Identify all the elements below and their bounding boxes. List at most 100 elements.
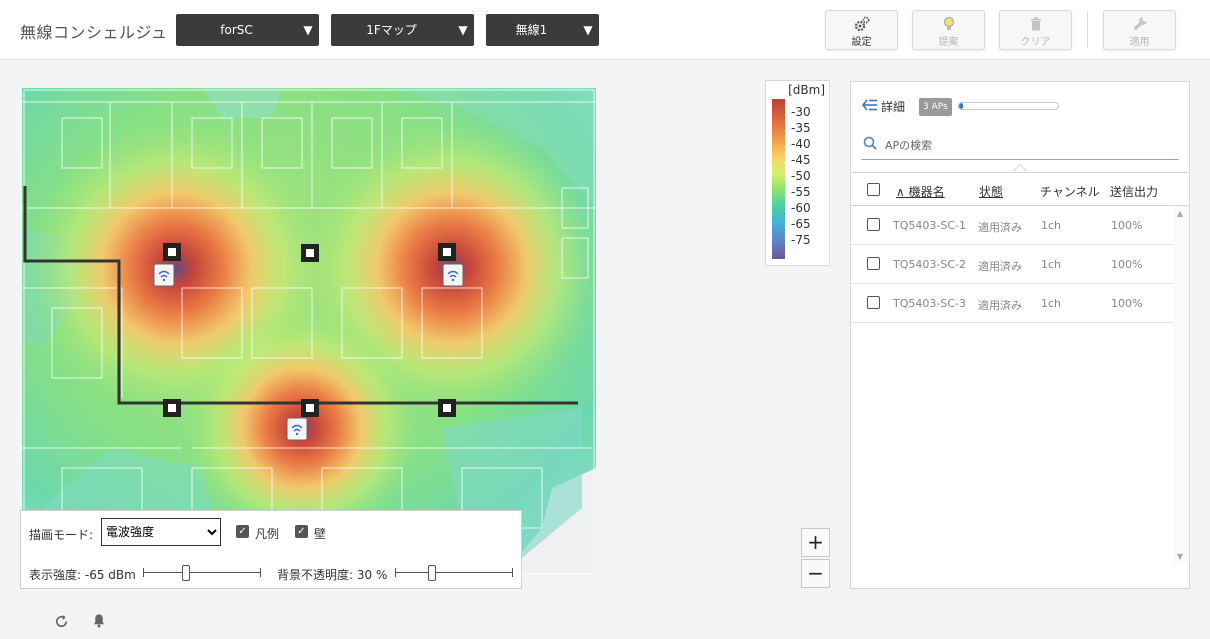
legend-tick: -35	[791, 121, 811, 135]
row-tx-power: 100%	[1111, 297, 1143, 310]
row-status: 適用済み	[978, 299, 1022, 312]
bell-icon[interactable]	[92, 613, 106, 628]
ap-marker-3[interactable]	[286, 417, 308, 441]
wrench-icon	[1133, 17, 1147, 31]
apply-button-label: 適用	[1129, 37, 1150, 48]
settings-button-label: 設定	[851, 37, 872, 48]
legend-tick: -40	[791, 137, 811, 151]
legend-tick: -30	[791, 105, 811, 119]
progress-fill	[959, 103, 963, 109]
slider-track	[395, 572, 513, 573]
slider-end	[260, 568, 261, 577]
render-controls-panel: 描画モード: 電波強度 ✓ 凡例 ✓ 壁 表示強度: -65 dBm 背景不透明…	[20, 510, 522, 589]
heatmap-svg	[22, 88, 596, 576]
chevron-down-icon: ▼	[583, 23, 593, 37]
scroll-down-icon[interactable]: ▼	[1177, 552, 1183, 561]
site-dropdown[interactable]: forSC ▼	[176, 14, 319, 46]
ap-marker-2[interactable]	[442, 263, 464, 287]
site-dropdown-label: forSC	[220, 23, 253, 37]
col-channel[interactable]: チャンネル	[1040, 183, 1100, 200]
ap-search	[861, 132, 1179, 160]
signal-legend: [dBm] -30 -35 -40 -45 -50 -55 -60 -65 -7…	[765, 80, 830, 266]
map-dropdown[interactable]: 1Fマップ ▼	[331, 14, 474, 46]
collapse-arrow-icon[interactable]	[862, 99, 878, 111]
settings-button[interactable]: 設定	[825, 10, 898, 50]
toolbar-divider	[1087, 12, 1088, 48]
wall-checkbox-label: 壁	[314, 527, 327, 541]
row-status: 適用済み	[978, 221, 1022, 234]
wireless-dropdown-label: 無線1	[515, 23, 548, 37]
search-icon	[863, 136, 877, 150]
lightbulb-icon	[943, 17, 954, 30]
clear-button-label: クリア	[1020, 37, 1051, 48]
heatmap-canvas[interactable]	[22, 88, 596, 576]
chevron-down-icon: ▼	[458, 23, 468, 37]
col-device-name[interactable]: ∧ 機器名	[896, 183, 945, 200]
legend-tick: -65	[791, 217, 811, 231]
row-tx-power: 100%	[1111, 219, 1143, 232]
legend-tick: -60	[791, 201, 811, 215]
table-row[interactable]: TQ5403-SC-1 適用済み 1ch 100%	[851, 206, 1173, 245]
row-device-name: TQ5403-SC-3	[893, 297, 966, 310]
legend-checkbox-label: 凡例	[255, 527, 280, 541]
select-all-checkbox[interactable]	[867, 183, 880, 196]
legend-tick: -55	[791, 185, 811, 199]
zoom-in-button[interactable]: +	[801, 528, 830, 557]
chevron-down-icon: ▼	[303, 23, 313, 37]
col-status[interactable]: 状態	[979, 183, 1003, 200]
suggest-button-label: 提案	[938, 37, 959, 48]
refresh-icon[interactable]	[54, 614, 69, 629]
ap-search-input[interactable]	[883, 135, 1173, 155]
row-device-name: TQ5403-SC-2	[893, 258, 966, 271]
app-header: 無線コンシェルジュ forSC ▼ 1Fマップ ▼ 無線1 ▼ 設定 提案 クリ…	[0, 0, 1210, 60]
wall-checkbox[interactable]: ✓	[295, 525, 308, 538]
legend-tick: -75	[791, 233, 811, 247]
row-checkbox[interactable]	[867, 218, 880, 231]
slider-end	[512, 568, 513, 577]
slider-track	[143, 572, 261, 573]
mode-select[interactable]: 電波強度	[101, 518, 221, 546]
row-channel: 1ch	[1041, 219, 1062, 232]
clear-button[interactable]: クリア	[999, 10, 1072, 50]
row-checkbox[interactable]	[867, 296, 880, 309]
map-dropdown-label: 1Fマップ	[366, 23, 417, 37]
col-tx-power[interactable]: 送信出力	[1110, 183, 1158, 200]
row-channel: 1ch	[1041, 258, 1062, 271]
apply-button[interactable]: 適用	[1103, 10, 1176, 50]
row-device-name: TQ5403-SC-1	[893, 219, 966, 232]
legend-color-bar	[772, 99, 785, 259]
legend-checkbox[interactable]: ✓	[236, 525, 249, 538]
detail-title: 詳細	[881, 100, 906, 114]
slider-end	[143, 568, 144, 577]
strength-slider[interactable]	[143, 565, 261, 581]
ap-marker-1[interactable]	[153, 263, 175, 287]
app-title: 無線コンシェルジュ	[20, 23, 168, 42]
scroll-up-icon[interactable]: ▲	[1177, 209, 1183, 218]
table-header: ∧ 機器名 状態 チャンネル 送信出力	[851, 172, 1189, 206]
row-checkbox[interactable]	[867, 257, 880, 270]
opacity-label: 背景不透明度: 30 %	[277, 568, 388, 582]
strength-label: 表示強度: -65 dBm	[29, 568, 136, 582]
legend-unit: [dBm]	[788, 83, 825, 97]
opacity-slider-thumb[interactable]	[428, 565, 436, 581]
table-row[interactable]: TQ5403-SC-3 適用済み 1ch 100%	[851, 284, 1173, 323]
ap-detail-panel: 詳細 3 APs ∧ 機器名 状態 チャンネル 送信出力 TQ5403-SC-1…	[850, 81, 1190, 589]
table-scrollbar[interactable]: ▲ ▼	[1173, 206, 1189, 564]
legend-tick: -50	[791, 169, 811, 183]
row-tx-power: 100%	[1111, 258, 1143, 271]
suggest-button[interactable]: 提案	[912, 10, 985, 50]
row-channel: 1ch	[1041, 297, 1062, 310]
mode-label: 描画モード:	[29, 528, 94, 542]
trash-icon	[1030, 17, 1041, 31]
wireless-dropdown[interactable]: 無線1 ▼	[486, 14, 599, 46]
slider-end	[395, 568, 396, 577]
ap-count-badge: 3 APs	[919, 98, 952, 116]
strength-slider-thumb[interactable]	[182, 565, 190, 581]
legend-tick: -45	[791, 153, 811, 167]
opacity-slider[interactable]	[395, 565, 513, 581]
row-status: 適用済み	[978, 260, 1022, 273]
table-row[interactable]: TQ5403-SC-2 適用済み 1ch 100%	[851, 245, 1173, 284]
progress-bar	[958, 102, 1059, 110]
zoom-out-button[interactable]: −	[801, 559, 830, 588]
app-footer	[0, 607, 1210, 639]
